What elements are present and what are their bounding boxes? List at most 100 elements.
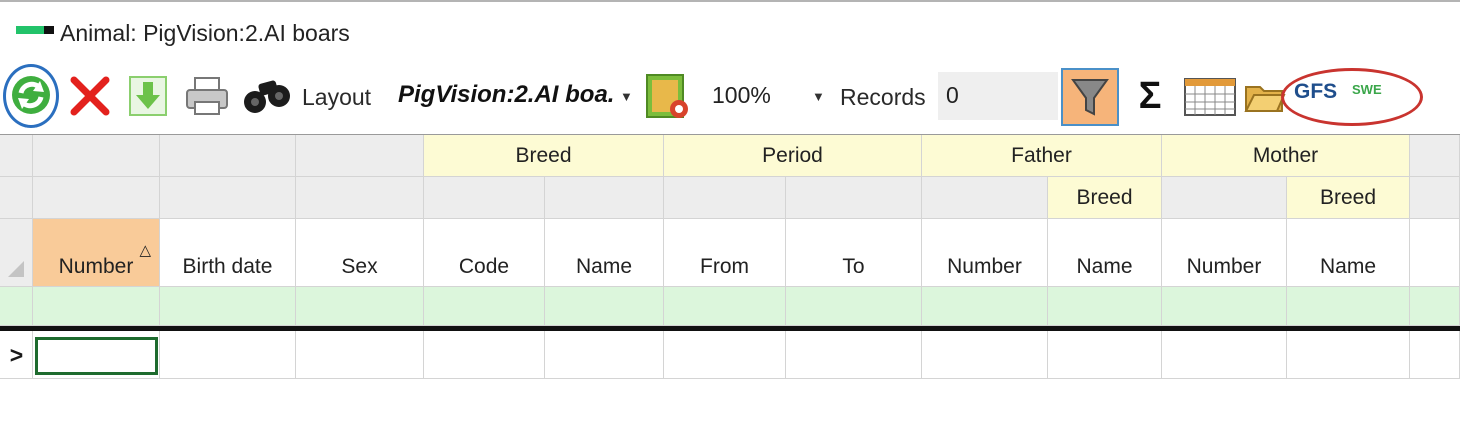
find-button[interactable] [240,74,296,118]
delete-icon [70,76,110,116]
funnel-icon [1071,79,1109,116]
records-count: 0 [946,82,959,108]
filter-cell-father-number[interactable] [922,287,1048,326]
column-header-breed-code[interactable]: Code [424,219,545,287]
layout-settings-icon [646,74,688,118]
active-cell-editor[interactable] [35,337,158,375]
corner-cell [0,135,33,177]
group-header-father: Father [922,135,1162,177]
group-header-empty [1410,135,1460,177]
filter-cell-birth-date[interactable] [160,287,296,326]
subgroup-header-empty [922,177,1048,219]
column-header-empty [1410,219,1460,287]
group-header-empty [33,135,160,177]
refresh-icon [12,76,50,114]
folder-icon [1244,86,1286,112]
swe-logo[interactable]: SWE [1352,82,1382,97]
subgroup-header-empty [1162,177,1287,219]
table-cell-breed-name[interactable] [545,331,664,379]
chevron-down-icon: ▼ [620,89,633,104]
table-cell-birth-date[interactable] [160,331,296,379]
records-count-box: 0 [938,72,1058,120]
subgroup-header-empty [664,177,786,219]
subgroup-header-empty [424,177,545,219]
column-header-period-to[interactable]: To [786,219,922,287]
group-header-mother: Mother [1162,135,1410,177]
group-header-period: Period [664,135,922,177]
table-cell-father-breed-name[interactable] [1048,331,1162,379]
layout-value: PigVision:2.AI boa. [398,81,615,108]
subgroup-header-empty [786,177,922,219]
chevron-down-icon: ▼ [812,89,825,104]
subgroup-header-mother-breed: Breed [1287,177,1410,219]
column-header-breed-name[interactable]: Name [545,219,664,287]
subgroup-header-empty [296,177,424,219]
print-button[interactable] [182,72,232,120]
subgroup-header-empty [33,177,160,219]
table-cell-sex[interactable] [296,331,424,379]
table-cell-empty [1410,331,1460,379]
title-bar: Animal: PigVision:2.AI boars [0,12,1460,52]
group-header-empty [296,135,424,177]
filter-row-indicator [0,287,33,326]
zoom-value: 100% [712,82,771,108]
records-label: Records [840,84,926,110]
column-header-father-breed-name[interactable]: Name [1048,219,1162,287]
layout-label: Layout [302,84,372,110]
select-all-corner[interactable] [0,219,33,287]
layout-settings-button[interactable] [642,72,694,122]
column-header-sex[interactable]: Sex [296,219,424,287]
gfs-logo-button[interactable]: GFS [1294,80,1337,104]
filter-cell-breed-code[interactable] [424,287,545,326]
data-grid: Breed Period Father Mother Breed Breed N… [0,134,1460,443]
group-header-breed: Breed [424,135,664,177]
column-header-father-number[interactable]: Number [922,219,1048,287]
sort-ascending-icon: △ [139,242,151,259]
sum-button[interactable]: Σ [1128,72,1172,120]
export-button[interactable] [124,72,172,120]
calendar-icon [1184,78,1236,116]
filter-cell-period-to[interactable] [786,287,922,326]
group-header-empty [160,135,296,177]
table-cell-period-from[interactable] [664,331,786,379]
column-header-number[interactable]: Number △ [33,219,160,287]
filter-cell-mother-number[interactable] [1162,287,1287,326]
column-header-birth-date[interactable]: Birth date [160,219,296,287]
table-cell-mother-breed-name[interactable] [1287,331,1410,379]
filter-cell-mother-breed-name[interactable] [1287,287,1410,326]
table-cell-mother-number[interactable] [1162,331,1287,379]
filter-toggle-button[interactable] [1061,68,1119,126]
export-download-icon [129,76,167,116]
refresh-button[interactable] [8,72,54,118]
delete-button[interactable] [66,72,114,120]
sigma-icon: Σ [1138,74,1162,117]
table-cell-period-to[interactable] [786,331,922,379]
filter-cell-period-from[interactable] [664,287,786,326]
corner-cell [0,177,33,219]
window-top-border [0,0,1460,2]
table-cell-breed-code[interactable] [424,331,545,379]
filter-cell-number[interactable] [33,287,160,326]
table-cell-father-number[interactable] [922,331,1048,379]
binoculars-icon [244,80,290,113]
filter-cell-empty [1410,287,1460,326]
select-all-icon [8,261,24,277]
layout-dropdown[interactable]: PigVision:2.AI boa. ▼ [388,72,636,120]
subgroup-header-empty [160,177,296,219]
subgroup-header-empty [545,177,664,219]
toolbar: Layout PigVision:2.AI boa. ▼ 100% ▼ Reco… [0,62,1460,132]
subgroup-header-father-breed: Breed [1048,177,1162,219]
filter-cell-breed-name[interactable] [545,287,664,326]
calendar-button[interactable] [1182,74,1238,120]
zoom-select[interactable]: 100% ▼ [704,72,832,120]
app-icon [16,26,54,34]
filter-cell-father-breed-name[interactable] [1048,287,1162,326]
window-title: Animal: PigVision:2.AI boars [60,20,350,46]
column-label: Number [58,255,134,278]
column-header-mother-breed-name[interactable]: Name [1287,219,1410,287]
printer-icon [186,77,228,115]
column-header-mother-number[interactable]: Number [1162,219,1287,287]
subgroup-header-empty [1410,177,1460,219]
column-header-period-from[interactable]: From [664,219,786,287]
filter-cell-sex[interactable] [296,287,424,326]
